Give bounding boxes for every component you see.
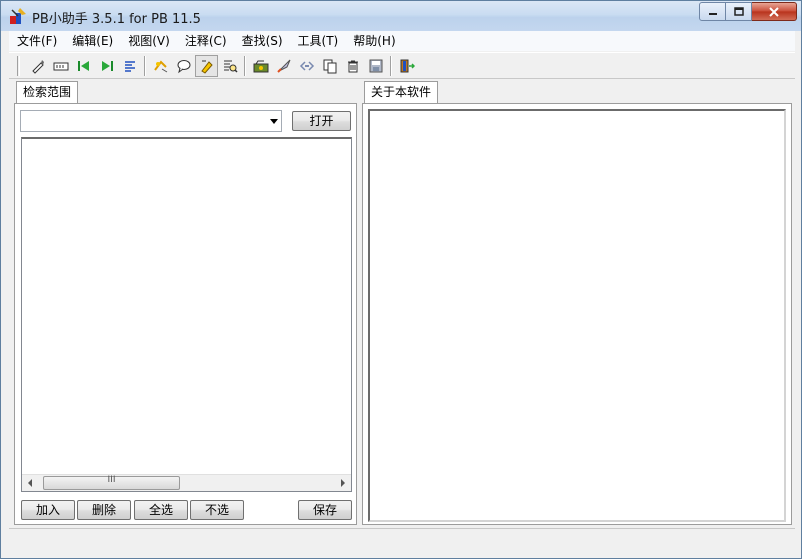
save-list-button[interactable]: 保存 bbox=[298, 500, 352, 520]
toolbar-separator bbox=[390, 55, 392, 76]
comment-button[interactable] bbox=[149, 55, 172, 77]
highlight-icon bbox=[200, 60, 213, 74]
align-icon bbox=[124, 60, 135, 72]
html-tag-button[interactable] bbox=[295, 55, 318, 77]
go-first-button[interactable] bbox=[72, 55, 95, 77]
last-icon bbox=[101, 60, 113, 71]
scroll-thumb-grip: III bbox=[107, 475, 116, 485]
scroll-right-icon[interactable] bbox=[341, 479, 345, 487]
horizontal-scrollbar[interactable]: III bbox=[22, 474, 351, 491]
scope-combobox[interactable] bbox=[20, 110, 282, 132]
menu-tools[interactable]: 工具(T) bbox=[290, 31, 346, 51]
maximize-icon bbox=[733, 6, 744, 16]
menu-comment[interactable]: 注释(C) bbox=[177, 31, 234, 51]
app-icon bbox=[10, 8, 26, 24]
scope-list[interactable]: III bbox=[21, 137, 352, 492]
rename-icon bbox=[53, 62, 68, 70]
add-button[interactable]: 加入 bbox=[21, 500, 75, 520]
pen-tool-button[interactable] bbox=[26, 55, 49, 77]
scroll-thumb[interactable]: III bbox=[43, 475, 180, 490]
app-window: PB小助手 3.5.1 for PB 11.5 文件(F) 编辑(E) 视图(V… bbox=[0, 0, 802, 559]
pen-icon bbox=[31, 59, 44, 74]
save-icon bbox=[369, 59, 382, 72]
rename-button[interactable] bbox=[49, 55, 72, 77]
go-last-button[interactable] bbox=[95, 55, 118, 77]
rocket-icon bbox=[276, 59, 290, 73]
scroll-left-icon[interactable] bbox=[28, 479, 32, 487]
html-tag-icon bbox=[299, 60, 314, 71]
trash-icon bbox=[347, 60, 358, 72]
comment-icon bbox=[153, 59, 167, 72]
open-button[interactable]: 打开 bbox=[292, 111, 351, 131]
copy-button[interactable] bbox=[318, 55, 341, 77]
chevron-down-icon[interactable] bbox=[270, 119, 278, 124]
open-folder-button[interactable] bbox=[249, 55, 272, 77]
exit-icon bbox=[400, 59, 415, 72]
close-button[interactable] bbox=[752, 2, 797, 21]
menu-bar: 文件(F) 编辑(E) 视图(V) 注释(C) 查找(S) 工具(T) 帮助(H… bbox=[9, 31, 795, 51]
delete-item-button[interactable]: 删除 bbox=[77, 500, 131, 520]
caption-buttons bbox=[699, 2, 797, 22]
menu-view[interactable]: 视图(V) bbox=[120, 31, 177, 51]
open-folder-icon bbox=[253, 60, 268, 72]
menu-search[interactable]: 查找(S) bbox=[234, 31, 290, 51]
about-content-area bbox=[368, 109, 786, 522]
title-bar[interactable]: PB小助手 3.5.1 for PB 11.5 bbox=[1, 1, 801, 31]
window-title: PB小助手 3.5.1 for PB 11.5 bbox=[32, 12, 201, 27]
close-icon bbox=[769, 6, 779, 17]
delete-button[interactable] bbox=[341, 55, 364, 77]
minimize-button[interactable] bbox=[699, 2, 726, 21]
copy-icon bbox=[323, 59, 336, 73]
toolbar bbox=[9, 52, 795, 79]
menu-help[interactable]: 帮助(H) bbox=[345, 31, 402, 51]
highlight-button[interactable] bbox=[195, 54, 218, 77]
menu-file[interactable]: 文件(F) bbox=[9, 31, 64, 51]
minimize-icon bbox=[708, 12, 717, 15]
align-button[interactable] bbox=[118, 55, 141, 77]
rocket-button[interactable] bbox=[272, 55, 295, 77]
toolbar-separator bbox=[244, 55, 246, 76]
speech-icon bbox=[177, 59, 190, 73]
toolbar-separator bbox=[144, 55, 146, 76]
search-code-button[interactable] bbox=[218, 55, 241, 77]
select-none-button[interactable]: 不选 bbox=[190, 500, 244, 520]
menu-edit[interactable]: 编辑(E) bbox=[64, 31, 120, 51]
select-all-button[interactable]: 全选 bbox=[134, 500, 188, 520]
tab-about[interactable]: 关于本软件 bbox=[364, 81, 439, 104]
status-bar bbox=[9, 528, 795, 552]
speech-button[interactable] bbox=[172, 55, 195, 77]
tab-search-scope[interactable]: 检索范围 bbox=[16, 81, 79, 104]
exit-button[interactable] bbox=[395, 55, 418, 77]
search-code-icon bbox=[223, 60, 238, 73]
first-icon bbox=[77, 60, 89, 71]
toolbar-grip[interactable] bbox=[17, 55, 20, 76]
maximize-button[interactable] bbox=[726, 2, 752, 21]
save-file-button[interactable] bbox=[364, 55, 387, 77]
